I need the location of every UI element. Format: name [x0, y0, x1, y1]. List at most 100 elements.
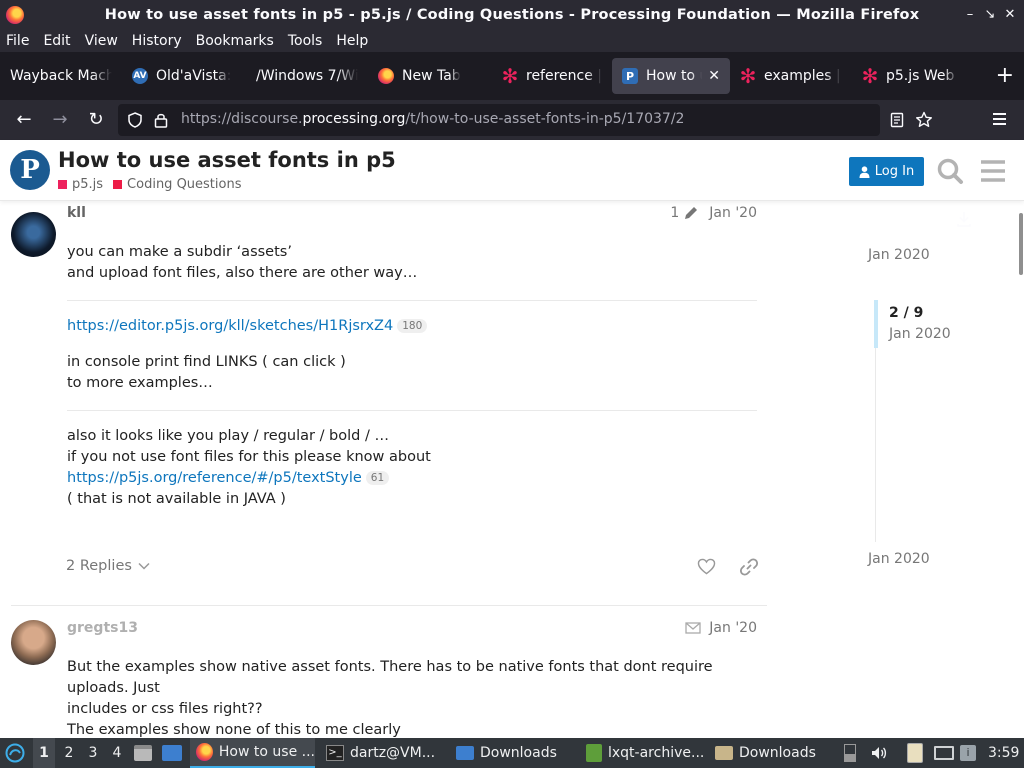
menu-bookmarks[interactable]: Bookmarks [196, 33, 274, 49]
text-line: But the examples show native asset fonts… [67, 659, 713, 696]
desktop-1[interactable]: 1 [33, 738, 55, 768]
tab-label: p5.js Web E [886, 68, 958, 84]
tab-oldavista[interactable]: AV Old'aVista: [122, 58, 246, 94]
processing-logo[interactable]: P [10, 150, 50, 190]
taskbar-item-label: How to use ... [218, 744, 315, 760]
tab-wayback[interactable]: Wayback Mach [0, 58, 122, 94]
post-paragraph: in console print find LINKS ( can click … [67, 352, 757, 394]
url-prefix: https://discourse. [181, 111, 303, 127]
menu-edit[interactable]: Edit [43, 33, 70, 49]
timeline-end-date[interactable]: Jan 2020 [868, 551, 930, 567]
hamburger-menu-icon[interactable] [990, 108, 1010, 132]
close-tab-icon[interactable]: ✕ [708, 68, 720, 84]
log-in-button[interactable]: Log In [849, 157, 924, 186]
category-coding-questions[interactable]: Coding Questions [127, 177, 241, 192]
text-line: if you not use font files for this pleas… [67, 449, 431, 465]
topic-categories: p5.js Coding Questions [58, 177, 241, 192]
link-share-icon[interactable] [740, 558, 758, 576]
search-icon[interactable] [936, 157, 964, 185]
post-paragraph: But the examples show native asset fonts… [67, 657, 767, 741]
taskbar-item-terminal[interactable]: >_ dartz@VM... [322, 738, 444, 768]
tab-reference[interactable]: ✻ reference | [492, 58, 612, 94]
username[interactable]: gregts13 [67, 620, 138, 636]
category-color-swatch [113, 180, 123, 189]
tab-windows7[interactable]: /Windows 7/Wi [246, 58, 368, 94]
taskbar-item-label: Downloads [739, 745, 816, 761]
clock[interactable]: 3:59 [988, 738, 1022, 768]
clipboard-icon[interactable] [907, 738, 929, 768]
menu-history[interactable]: History [132, 33, 182, 49]
battery-icon[interactable] [844, 738, 860, 768]
menu-tools[interactable]: Tools [288, 33, 323, 49]
firefox-icon [378, 68, 394, 84]
pencil-icon[interactable] [683, 205, 699, 221]
menu-view[interactable]: View [85, 33, 118, 49]
post-paragraph: you can make a subdir ‘assets’ and uploa… [67, 242, 757, 284]
url-path: /t/how-to-use-asset-fonts-in-p5/17037/2 [405, 111, 685, 127]
menu-help[interactable]: Help [336, 33, 368, 49]
edit-count[interactable]: 1 [670, 205, 679, 221]
timeline-handle[interactable] [874, 300, 878, 348]
url-bar[interactable]: https://discourse.processing.org/t/how-t… [118, 104, 932, 136]
envelope-icon[interactable] [685, 622, 701, 634]
maximize-button[interactable]: ↘ [980, 5, 1000, 25]
replies-toggle[interactable]: 2 Replies [66, 558, 150, 574]
post-date[interactable]: Jan '20 [709, 620, 757, 636]
taskbar-item-downloads-2[interactable]: Downloads [713, 738, 838, 768]
forward-button[interactable]: → [48, 108, 72, 132]
taskbar-item-lxqt-archiver[interactable]: lxqt-archive... [584, 738, 706, 768]
window-titlebar[interactable]: How to use asset fonts in p5 - p5.js / C… [0, 0, 1024, 30]
terminal-icon: >_ [326, 745, 344, 761]
desktop-2[interactable]: 2 [58, 738, 80, 768]
tab-label: /Windows 7/Wi [256, 68, 358, 84]
back-button[interactable]: ← [12, 108, 36, 132]
folder-icon [456, 746, 474, 760]
post-date[interactable]: Jan '20 [709, 205, 757, 221]
network-icon[interactable] [934, 738, 956, 768]
file-manager-icon[interactable] [134, 738, 154, 768]
tab-p5js-web-editor[interactable]: ✻ p5.js Web E [852, 58, 968, 94]
volume-icon[interactable] [870, 738, 890, 768]
lock-icon[interactable] [153, 111, 169, 129]
avatar[interactable] [11, 212, 56, 257]
tab-new-tab[interactable]: New Tab [368, 58, 492, 94]
tab-examples[interactable]: ✻ examples | [730, 58, 852, 94]
category-p5js[interactable]: p5.js [72, 177, 103, 192]
timeline-start-date[interactable]: Jan 2020 [868, 247, 930, 263]
url-text[interactable]: https://discourse.processing.org/t/how-t… [181, 111, 684, 127]
minimize-button[interactable]: – [960, 5, 980, 25]
heart-like-icon[interactable] [697, 558, 716, 575]
avatar[interactable] [11, 620, 56, 665]
bookmark-star-icon[interactable] [915, 111, 933, 129]
downloads-icon[interactable] [955, 210, 973, 228]
divider [67, 300, 757, 301]
post-meta: Jan '20 [685, 620, 757, 636]
hamburger-menu-icon[interactable] [979, 157, 1007, 185]
taskbar-item-downloads[interactable]: Downloads [452, 738, 577, 768]
topic-title[interactable]: How to use asset fonts in p5 [58, 148, 396, 172]
page-scrollbar-thumb[interactable] [1019, 213, 1023, 275]
timeline-position-date: Jan 2020 [889, 326, 951, 342]
new-tab-button[interactable]: + [996, 62, 1014, 90]
window-title: How to use asset fonts in p5 - p5.js / C… [104, 7, 920, 23]
username[interactable]: kll [67, 205, 86, 221]
desktop-3[interactable]: 3 [82, 738, 104, 768]
show-desktop-icon[interactable] [162, 738, 184, 768]
tab-label: examples | [764, 68, 841, 84]
updates-icon[interactable]: i [960, 738, 980, 768]
taskbar-item-firefox[interactable]: How to use ... [190, 738, 315, 768]
shield-icon[interactable] [127, 112, 143, 128]
editor-sketch-link[interactable]: https://editor.p5js.org/kll/sketches/H1R… [67, 318, 393, 334]
tab-how-to-use[interactable]: P How to us ✕ [612, 58, 730, 94]
close-window-button[interactable]: ✕ [1000, 5, 1020, 25]
firefox-icon [6, 6, 24, 24]
taskbar-item-label: dartz@VM... [350, 745, 436, 761]
reader-view-icon[interactable] [889, 112, 905, 128]
p5-star-icon: ✻ [501, 64, 519, 88]
menu-file[interactable]: File [6, 33, 29, 49]
reload-button[interactable]: ↻ [84, 108, 108, 132]
desktop-4[interactable]: 4 [106, 738, 128, 768]
start-menu-icon[interactable] [5, 738, 27, 768]
url-domain: processing.org [302, 111, 406, 127]
textstyle-reference-link[interactable]: https://p5js.org/reference/#/p5/textStyl… [67, 470, 362, 486]
